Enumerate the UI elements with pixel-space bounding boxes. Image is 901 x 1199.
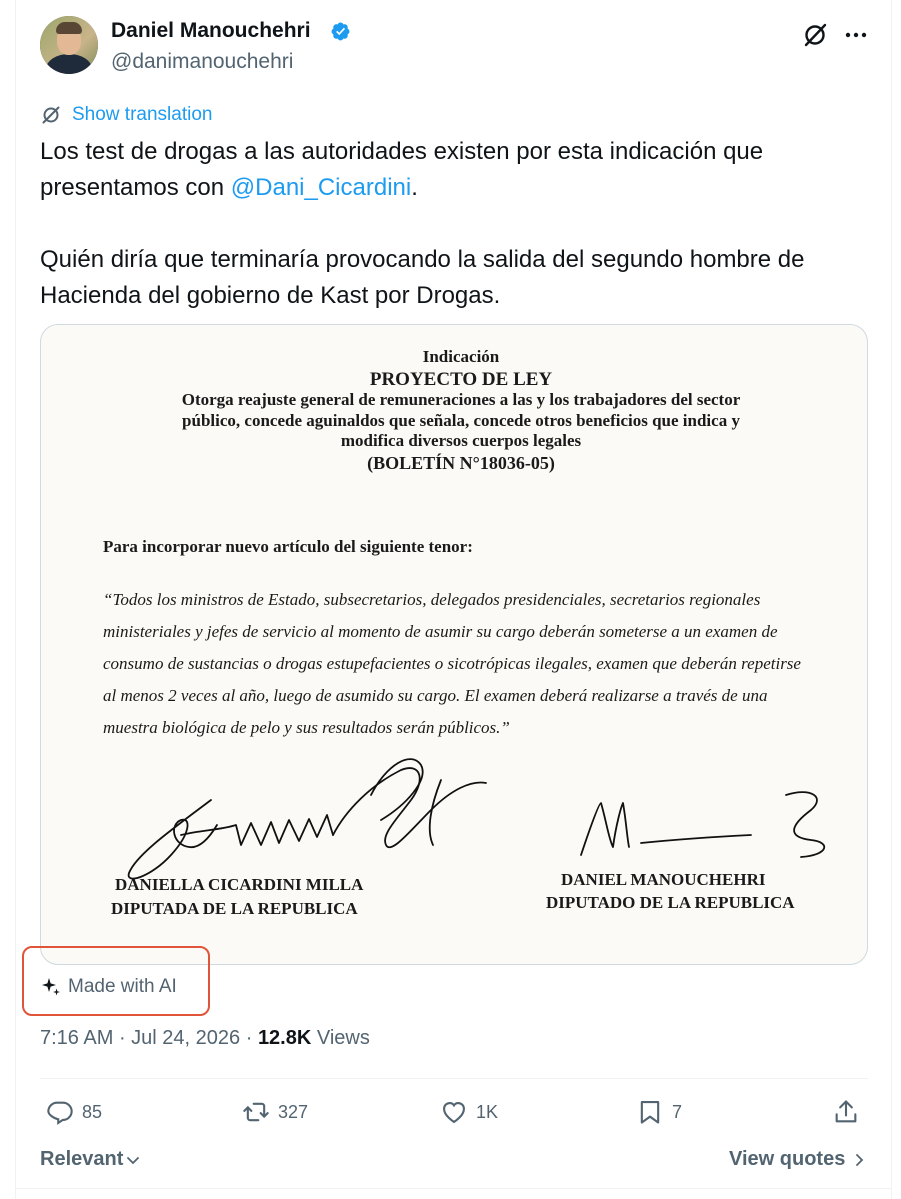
reply-count: 85 <box>82 1101 103 1122</box>
tweet-time[interactable]: 7:16 AM <box>40 1027 113 1049</box>
tweet-line-2: presentamos con @Dani_Cicardini. <box>40 170 870 206</box>
chevron-right-icon <box>856 1153 864 1166</box>
tweet-text: Los test de drogas a las autoridades exi… <box>40 134 870 314</box>
tweet-line-4: Hacienda del gobierno de Kast por Drogas… <box>40 282 501 309</box>
signatures-drawing <box>127 758 825 880</box>
signature-2-stroke-b <box>640 834 752 844</box>
signature-2-stroke-c <box>785 791 825 858</box>
heart-icon <box>443 1101 465 1124</box>
sort-label: Relevant <box>40 1148 124 1170</box>
signer-2-title: DIPUTADO DE LA REPUBLICA <box>546 893 795 912</box>
sort-replies-dropdown[interactable]: Relevant <box>40 1148 141 1171</box>
frame-right-border <box>891 0 892 1199</box>
action-bar-divider <box>40 1078 868 1079</box>
share-icon <box>835 1100 857 1123</box>
grok-icon[interactable] <box>800 21 830 49</box>
meta-separator-2: · <box>240 1027 258 1049</box>
tweet-line-2-prefix: presentamos con <box>40 174 231 201</box>
made-with-ai-label[interactable]: Made with AI <box>40 976 177 998</box>
bookmark-icon <box>640 1101 660 1124</box>
mention-link[interactable]: @Dani_Cicardini <box>231 174 411 201</box>
view-quotes-link[interactable]: View quotes <box>729 1148 867 1171</box>
avatar-hair <box>56 22 82 34</box>
author-handle[interactable]: @danimanouchehri <box>111 50 293 74</box>
signature-1-stroke-b <box>180 814 334 846</box>
signature-2-stroke-a <box>580 802 630 856</box>
signature-1-stroke-e <box>428 779 442 846</box>
grok-translate-icon <box>42 106 60 124</box>
repost-count: 327 <box>278 1101 309 1122</box>
signer-2-name: DANIEL MANOUCHEHRI <box>561 870 766 889</box>
sparkle-icon <box>42 978 60 996</box>
reply-button[interactable]: 85 <box>46 1098 102 1126</box>
views-label: Views <box>316 1027 370 1049</box>
verified-badge-icon <box>331 22 350 41</box>
view-quotes-label: View quotes <box>729 1148 846 1170</box>
like-count: 1K <box>476 1101 499 1122</box>
repost-icon <box>243 1102 269 1122</box>
made-with-ai-text: Made with AI <box>68 976 177 997</box>
document-image: Indicación PROYECTO DE LEY Otorga reajus… <box>41 325 867 964</box>
show-translation-button[interactable]: Show translation <box>40 103 212 127</box>
frame-bottom-border <box>15 1188 892 1189</box>
repost-button[interactable]: 327 <box>242 1098 308 1126</box>
tweet-meta: 7:16 AM · Jul 24, 2026 · 12.8K Views <box>40 1027 370 1050</box>
like-button[interactable]: 1K <box>440 1098 498 1126</box>
signature-1-stroke-c <box>332 767 487 848</box>
chevron-down-icon <box>127 1156 140 1164</box>
author-display-name[interactable]: Daniel Manouchehri <box>111 19 311 43</box>
signer-1-name: DANIELLA CICARDINI MILLA <box>115 875 364 894</box>
more-options-icon[interactable] <box>843 22 869 48</box>
tweet-media-image[interactable]: Indicación PROYECTO DE LEY Otorga reajus… <box>40 324 868 965</box>
avatar[interactable] <box>40 16 98 74</box>
reply-icon <box>47 1101 73 1125</box>
bookmark-count: 7 <box>672 1101 683 1122</box>
frame-left-border <box>15 0 16 1199</box>
show-translation-label[interactable]: Show translation <box>72 104 212 126</box>
bookmark-button[interactable]: 7 <box>636 1098 682 1126</box>
views-count: 12.8K <box>257 1027 312 1049</box>
tweet-line-1: Los test de drogas a las autoridades exi… <box>40 138 764 165</box>
meta-separator-1: · <box>113 1027 132 1049</box>
signature-1-stroke-a <box>127 799 218 880</box>
tweet-line-2-suffix: . <box>411 174 418 201</box>
signer-1-title: DIPUTADA DE LA REPUBLICA <box>111 899 358 918</box>
tweet-date[interactable]: Jul 24, 2026 <box>131 1027 240 1049</box>
tweet-line-3: Quién diría que terminaría provocando la… <box>40 246 805 273</box>
share-button[interactable] <box>832 1098 860 1126</box>
